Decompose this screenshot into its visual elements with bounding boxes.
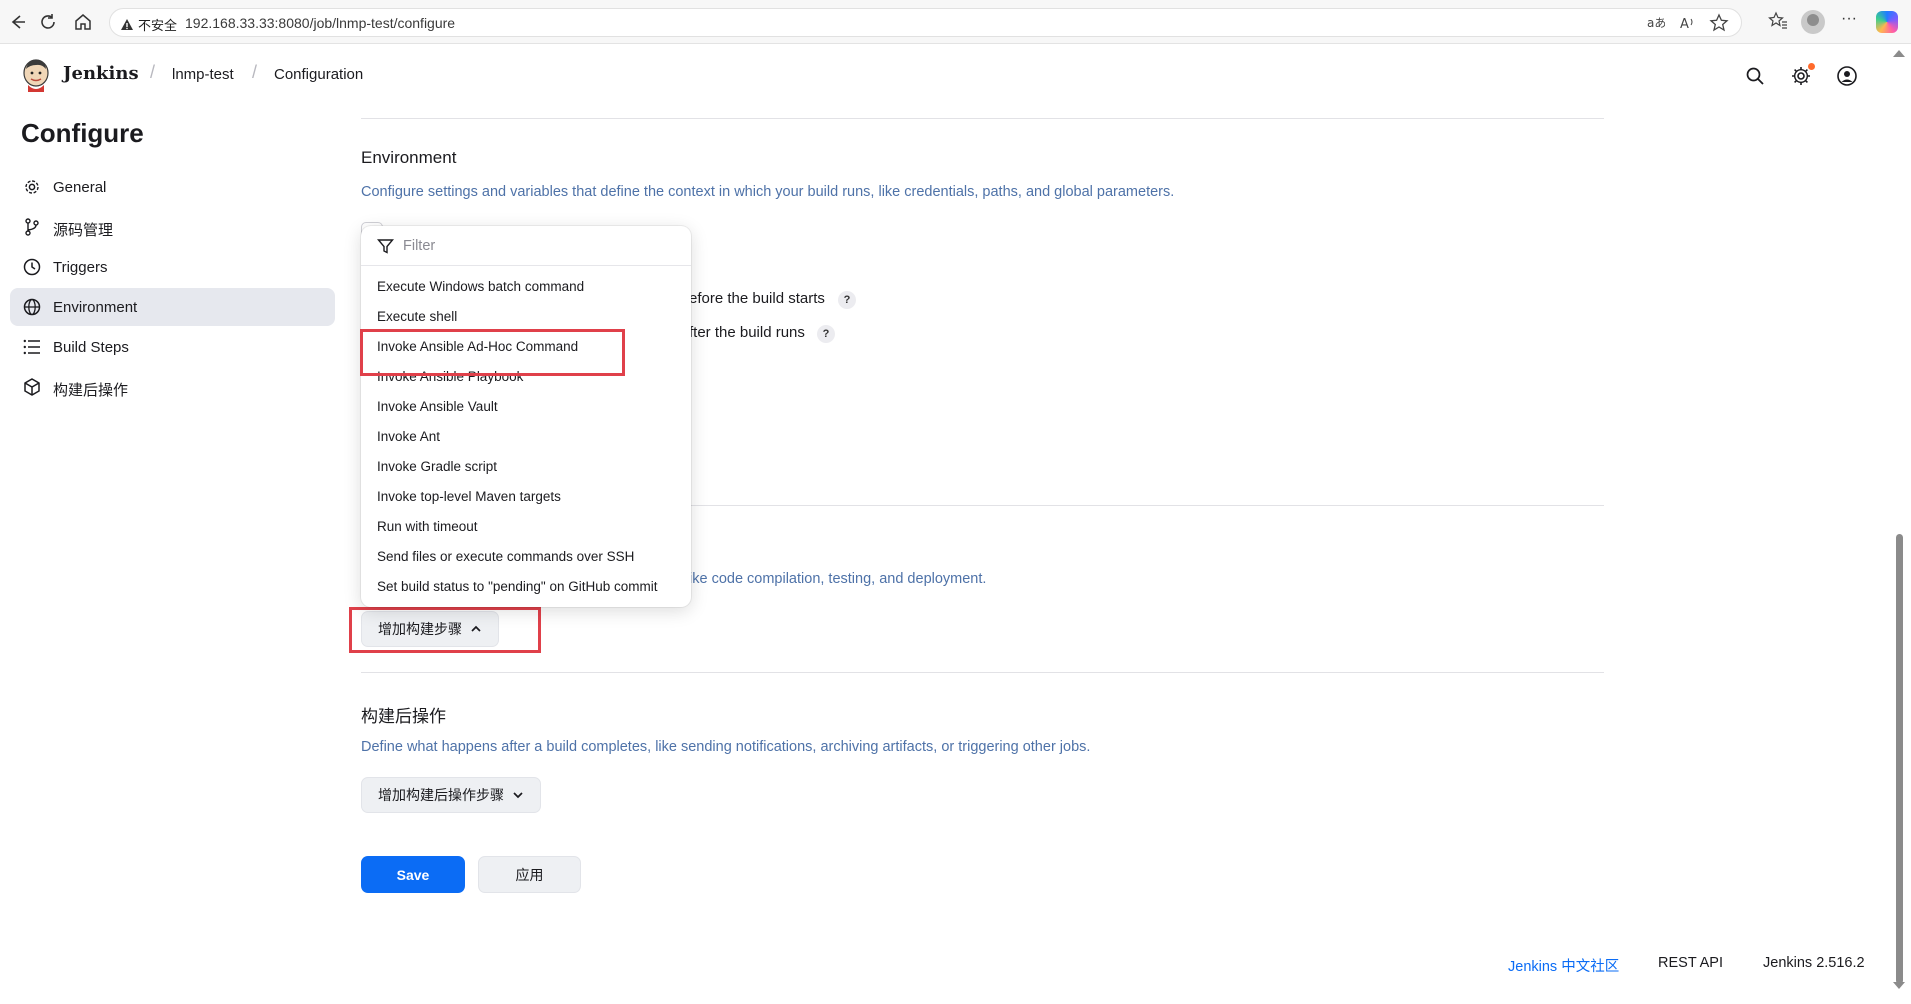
sidebar-item-source-code[interactable]: 源码管理: [10, 208, 335, 246]
sidebar-title: Configure: [21, 118, 144, 148]
favorites-icon[interactable]: [1768, 10, 1788, 30]
footer-version[interactable]: Jenkins 2.516.2: [1763, 955, 1865, 971]
manage-gear-icon[interactable]: [1790, 63, 1815, 87]
address-icons: aあ A: [1645, 13, 1729, 33]
user-account-icon[interactable]: [1836, 65, 1858, 87]
url-text[interactable]: 192.168.33.33:8080/job/lnmp-test/configu…: [185, 15, 455, 31]
dropdown-item[interactable]: Invoke Gradle script: [377, 459, 497, 474]
breadcrumb-configuration[interactable]: Configuration: [274, 66, 363, 83]
back-icon[interactable]: [6, 11, 28, 33]
dropdown-item[interactable]: Run with timeout: [377, 519, 478, 534]
dropdown-item[interactable]: Invoke Ant: [377, 429, 440, 444]
jenkins-logo-icon[interactable]: [20, 57, 52, 93]
build-steps-description: ike code compilation, testing, and deplo…: [689, 571, 987, 587]
sidebar-item-label: Triggers: [53, 259, 108, 276]
sidebar-item-post-build[interactable]: 构建后操作: [10, 368, 335, 406]
dropdown-item[interactable]: Send files or execute commands over SSH: [377, 549, 634, 564]
gear-icon: [22, 177, 42, 197]
scroll-up-arrow-icon[interactable]: [1893, 50, 1905, 57]
section-divider: [361, 118, 1604, 119]
help-icon[interactable]: ?: [817, 325, 835, 343]
more-options-icon[interactable]: ···: [1841, 10, 1857, 28]
search-icon[interactable]: [1744, 65, 1766, 87]
cube-icon: [22, 377, 42, 397]
branch-icon: [22, 217, 42, 237]
jenkins-header: Jenkins / lnmp-test / Configuration: [0, 44, 1888, 108]
filter-placeholder[interactable]: Filter: [403, 238, 435, 254]
highlight-box-ansible-adhoc: [360, 329, 625, 376]
home-icon[interactable]: [72, 11, 94, 33]
sidebar-item-build-steps[interactable]: Build Steps: [10, 328, 335, 366]
environment-title: Environment: [361, 148, 457, 167]
filter-icon: [376, 238, 395, 255]
environment-description: Configure settings and variables that de…: [361, 184, 1175, 200]
read-aloud-icon[interactable]: A: [1677, 13, 1697, 33]
add-post-build-step-label: 增加构建后操作步骤: [378, 787, 504, 803]
svg-text:aあ: aあ: [1647, 16, 1665, 30]
dropdown-item[interactable]: Invoke Ansible Vault: [377, 399, 498, 414]
dropdown-item[interactable]: Invoke top-level Maven targets: [377, 489, 561, 504]
breadcrumb-separator: /: [252, 62, 258, 82]
breadcrumb-job[interactable]: lnmp-test: [172, 66, 234, 83]
sidebar-item-triggers[interactable]: Triggers: [10, 248, 335, 286]
help-icon[interactable]: ?: [838, 291, 856, 309]
globe-icon: [22, 297, 42, 317]
notification-dot: [1808, 63, 1815, 70]
sidebar-item-label: 源码管理: [53, 222, 114, 239]
section-divider: [361, 672, 1604, 673]
option-after-build-label[interactable]: fter the build runs: [689, 324, 805, 341]
svg-text:A: A: [1680, 17, 1689, 32]
post-build-title: 构建后操作: [361, 707, 446, 726]
footer-community-link[interactable]: Jenkins 中文社区: [1508, 955, 1619, 976]
footer-rest-api-link[interactable]: REST API: [1658, 955, 1723, 971]
warning-icon: [121, 18, 133, 30]
favorite-star-icon[interactable]: [1709, 13, 1729, 33]
scroll-down-arrow-icon[interactable]: [1893, 982, 1905, 989]
highlight-box-add-step: [349, 607, 541, 653]
insecure-label: 不安全: [138, 18, 178, 33]
sidebar-item-label: General: [53, 179, 107, 196]
copilot-icon[interactable]: [1876, 11, 1898, 33]
sidebar-item-general[interactable]: General: [10, 168, 335, 206]
dropdown-filter[interactable]: Filter: [361, 226, 691, 266]
refresh-icon[interactable]: [37, 11, 59, 33]
dropdown-item[interactable]: Set build status to "pending" on GitHub …: [377, 579, 657, 594]
breadcrumb-separator: /: [150, 62, 156, 82]
build-step-dropdown: Filter Execute Windows batch command Exe…: [361, 226, 691, 607]
browser-toolbar: 不安全 192.168.33.33:8080/job/lnmp-test/con…: [0, 0, 1911, 44]
chevron-down-icon: [513, 792, 523, 799]
page: 不安全 192.168.33.33:8080/job/lnmp-test/con…: [0, 0, 1911, 1004]
scrollbar-thumb[interactable]: [1896, 534, 1903, 984]
sidebar-item-environment[interactable]: Environment: [10, 288, 335, 326]
option-before-build-label[interactable]: efore the build starts: [689, 290, 825, 307]
list-icon: [22, 337, 42, 357]
dropdown-item[interactable]: Execute shell: [377, 309, 457, 324]
add-post-build-step-button[interactable]: 增加构建后操作步骤: [361, 777, 541, 813]
apply-button[interactable]: 应用: [478, 856, 581, 893]
security-indicator[interactable]: 不安全: [120, 15, 177, 34]
sidebar-item-label: 构建后操作: [53, 382, 129, 399]
clock-icon: [22, 257, 42, 277]
sidebar-item-label: Environment: [53, 299, 138, 316]
profile-icon[interactable]: [1801, 10, 1825, 34]
sidebar-item-label: Build Steps: [53, 339, 129, 356]
translate-icon[interactable]: aあ: [1645, 13, 1666, 33]
post-build-description: Define what happens after a build comple…: [361, 739, 1091, 755]
address-bar[interactable]: 不安全 192.168.33.33:8080/job/lnmp-test/con…: [109, 8, 1742, 37]
save-button[interactable]: Save: [361, 856, 465, 893]
jenkins-brand[interactable]: Jenkins: [63, 63, 139, 84]
dropdown-item[interactable]: Execute Windows batch command: [377, 279, 584, 294]
